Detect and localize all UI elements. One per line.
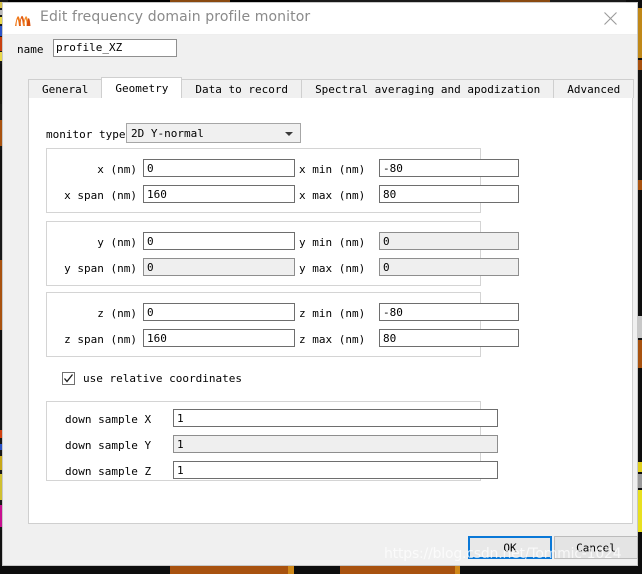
z-span-input[interactable] (143, 329, 295, 347)
tab-general[interactable]: General (28, 79, 103, 98)
dialog-title-bar: Edit frequency domain profile monitor (3, 3, 637, 35)
y-min-label: y min (nm) (299, 236, 366, 249)
monitor-type-dropdown[interactable]: 2D Y-normal (126, 123, 301, 143)
down-sample-z-input[interactable] (173, 461, 498, 479)
name-label: name (17, 43, 44, 56)
monitor-type-value: 2D Y-normal (131, 127, 204, 140)
z-coordinate-group: z (nm) z span (nm) z min (nm) z max (nm) (46, 292, 519, 357)
z-position-input[interactable] (143, 303, 295, 321)
down-sample-y-input (173, 435, 498, 453)
background-band (170, 565, 288, 574)
y-min-input (379, 232, 519, 250)
y-max-label: y max (nm) (299, 262, 366, 275)
geometry-tab-panel: monitor type 2D Y-normal x (nm) x span (… (28, 97, 633, 524)
x-position-label: x (nm) (97, 163, 137, 176)
down-sample-z-label: down sample Z (65, 465, 152, 478)
y-span-input (143, 258, 295, 276)
cancel-button[interactable]: Cancel (554, 536, 638, 559)
down-sample-x-label: down sample X (65, 413, 152, 426)
x-span-label: x span (nm) (64, 189, 137, 202)
dialog-title: Edit frequency domain profile monitor (40, 9, 311, 25)
tab-advanced[interactable]: Advanced (553, 79, 635, 98)
z-max-label: z max (nm) (299, 333, 366, 346)
checkmark-icon (64, 374, 74, 383)
z-span-label: z span (nm) (64, 333, 137, 346)
x-span-input[interactable] (143, 185, 295, 203)
z-min-label: z min (nm) (299, 307, 366, 320)
cancel-button-label: Cancel (576, 541, 616, 554)
background-band (288, 565, 294, 574)
background-band (455, 565, 460, 574)
background-band (0, 565, 642, 574)
y-coordinate-group: y (nm) y span (nm) y min (nm) y max (nm) (46, 221, 519, 286)
close-icon[interactable] (589, 3, 633, 34)
chevron-down-icon (285, 132, 293, 136)
z-max-input[interactable] (379, 329, 519, 347)
tab-data-to-record[interactable]: Data to record (181, 79, 303, 98)
y-max-input (379, 258, 519, 276)
z-min-input[interactable] (379, 303, 519, 321)
lumerical-app-icon (14, 10, 32, 28)
x-coordinate-group: x (nm) x span (nm) x min (nm) x max (nm) (46, 148, 519, 213)
x-max-input[interactable] (379, 185, 519, 203)
ok-button-label: OK (503, 541, 517, 554)
x-min-input[interactable] (379, 159, 519, 177)
ok-button[interactable]: OK (468, 536, 552, 559)
name-row: name (3, 34, 637, 66)
down-sample-x-input[interactable] (173, 409, 498, 427)
y-position-input[interactable] (143, 232, 295, 250)
use-relative-coordinates-checkbox[interactable] (62, 372, 75, 385)
x-max-label: x max (nm) (299, 189, 366, 202)
tab-geometry[interactable]: Geometry (101, 77, 183, 98)
tab-spectral-averaging[interactable]: Spectral averaging and apodization (301, 79, 555, 98)
y-position-label: y (nm) (97, 236, 137, 249)
x-min-label: x min (nm) (299, 163, 366, 176)
monitor-type-label: monitor type (46, 128, 126, 141)
tab-bar: General Geometry Data to record Spectral… (28, 77, 635, 98)
background-band (340, 565, 455, 574)
z-position-label: z (nm) (97, 307, 137, 320)
y-span-label: y span (nm) (64, 262, 137, 275)
x-position-input[interactable] (143, 159, 295, 177)
down-sample-group: down sample X down sample Y down sample … (46, 401, 498, 481)
edit-monitor-dialog: Edit frequency domain profile monitor na… (2, 2, 638, 566)
down-sample-y-label: down sample Y (65, 439, 152, 452)
use-relative-coordinates-label: use relative coordinates (83, 372, 242, 385)
name-input[interactable] (53, 39, 177, 57)
